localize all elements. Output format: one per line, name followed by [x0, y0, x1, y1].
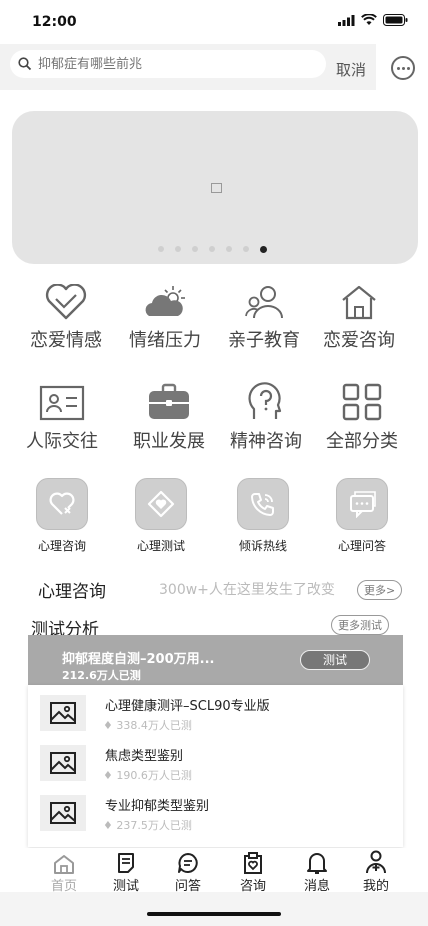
category-item-parenting[interactable]: 亲子教育 — [214, 280, 314, 352]
tab-qa[interactable]: 问答 — [163, 848, 213, 894]
user-icon — [366, 850, 386, 874]
list-item[interactable]: 心理健康测评–SCL90专业版 ♦ 338.4万人已测 — [40, 689, 390, 737]
bell-icon — [307, 853, 327, 874]
banner-carousel[interactable] — [12, 111, 418, 264]
category-label: 全部分类 — [326, 431, 398, 452]
service-item-hotline[interactable]: 倾诉热线 — [213, 478, 313, 554]
tab-consult[interactable]: 咨询 — [228, 848, 278, 894]
home-icon — [342, 285, 376, 320]
featured-test-title: 抑郁程度自测–200万用... — [62, 652, 215, 667]
category-label: 精神咨询 — [230, 431, 302, 452]
start-test-button[interactable]: 测试 — [300, 650, 370, 670]
heart-icon — [45, 284, 87, 320]
service-label: 心理测试 — [136, 539, 185, 553]
image-icon — [50, 702, 76, 724]
id-card-icon — [39, 385, 85, 421]
chat-bubble-icon — [178, 853, 198, 873]
more-tests-button[interactable]: 更多测试 — [331, 615, 389, 635]
test-item-title: 专业抑郁类型鉴别 — [105, 799, 210, 814]
home-tab-icon — [54, 855, 74, 874]
flame-icon: ♦ — [103, 819, 113, 832]
status-bar: 12:00 — [0, 0, 428, 44]
service-item-consult[interactable]: 心理咨询 — [12, 478, 112, 554]
category-item-love-consult[interactable]: 恋爱咨询 — [309, 280, 409, 352]
category-label: 人际交往 — [26, 431, 98, 452]
carousel-dot[interactable] — [209, 246, 215, 252]
image-icon — [50, 802, 76, 824]
category-item-social[interactable]: 人际交往 — [12, 381, 112, 453]
chevron-right-icon: > — [386, 584, 396, 597]
heart-x-icon — [49, 492, 75, 515]
list-item[interactable]: 专业抑郁类型鉴别 ♦ 237.5万人已测 — [40, 789, 390, 837]
carousel-dot[interactable] — [260, 246, 267, 253]
category-item-emotion[interactable]: 情绪压力 — [115, 280, 215, 352]
category-label: 职业发展 — [133, 431, 205, 452]
document-icon — [118, 853, 134, 873]
home-indicator[interactable] — [147, 912, 281, 916]
test-list: 心理健康测评–SCL90专业版 ♦ 338.4万人已测 焦虑类型鉴别 ♦ 190… — [28, 685, 403, 847]
flame-icon: ♦ — [103, 719, 113, 732]
test-item-title: 焦虑类型鉴别 — [105, 749, 184, 764]
diamond-heart-icon — [147, 490, 175, 518]
category-label: 亲子教育 — [228, 330, 300, 351]
briefcase-icon — [149, 383, 189, 419]
battery-icon — [383, 14, 408, 26]
category-label: 恋爱咨询 — [323, 330, 395, 351]
carousel-dot[interactable] — [175, 246, 181, 252]
phone-icon — [251, 493, 274, 516]
status-time: 12:00 — [32, 14, 77, 30]
image-icon — [50, 752, 76, 774]
consult-more-button[interactable]: 更多> — [357, 580, 403, 600]
family-icon — [245, 286, 283, 319]
service-label: 心理问答 — [337, 539, 386, 553]
carousel-dot[interactable] — [243, 246, 249, 252]
category-item-love[interactable]: 恋爱情感 — [16, 280, 116, 352]
grid-icon — [342, 383, 382, 421]
search-bar: 取消 — [0, 44, 376, 90]
search-box[interactable] — [10, 50, 326, 78]
list-item[interactable]: 焦虑类型鉴别 ♦ 190.6万人已测 — [40, 739, 390, 787]
tab-profile[interactable]: 我的 — [351, 848, 401, 894]
category-item-career[interactable]: 职业发展 — [119, 381, 219, 453]
chat-icon — [350, 491, 376, 518]
message-button[interactable] — [376, 44, 428, 90]
service-label: 倾诉热线 — [238, 539, 287, 553]
service-label: 心理咨询 — [37, 539, 86, 553]
cloud-sun-icon — [145, 286, 185, 316]
tab-test[interactable]: 测试 — [101, 848, 151, 894]
category-item-all[interactable]: 全部分类 — [312, 381, 412, 453]
service-item-qa[interactable]: 心理问答 — [312, 478, 412, 554]
featured-test-count: 212.6万人已测 — [62, 669, 141, 682]
consult-more-label: 更多 — [364, 584, 386, 597]
consult-subtitle: 300w+人在这里发生了改变 — [159, 582, 335, 598]
clipboard-heart-icon — [244, 852, 262, 874]
test-item-title: 心理健康测评–SCL90专业版 — [105, 699, 270, 714]
search-input[interactable] — [38, 54, 318, 74]
carousel-dot[interactable] — [192, 246, 198, 252]
carousel-dots — [158, 246, 267, 253]
cancel-button[interactable]: 取消 — [336, 59, 366, 80]
flame-icon: ♦ — [103, 769, 113, 782]
consult-section-title: 心理咨询 — [38, 582, 106, 602]
carousel-dot[interactable] — [158, 246, 164, 252]
carousel-dot[interactable] — [226, 246, 232, 252]
chat-dots-icon — [391, 56, 415, 80]
category-item-mental[interactable]: 精神咨询 — [216, 381, 316, 453]
test-item-count: ♦ 237.5万人已测 — [103, 819, 192, 832]
test-item-count: ♦ 190.6万人已测 — [103, 769, 192, 782]
tab-messages[interactable]: 消息 — [292, 848, 342, 894]
test-item-count: ♦ 338.4万人已测 — [103, 719, 192, 732]
wifi-icon — [361, 14, 377, 25]
service-item-test[interactable]: 心理测试 — [111, 478, 211, 554]
image-placeholder-icon — [211, 183, 222, 193]
home-indicator-area — [0, 892, 428, 926]
featured-test-card[interactable]: 抑郁程度自测–200万用... 212.6万人已测 测试 — [28, 635, 403, 685]
category-label: 恋爱情感 — [30, 330, 102, 351]
search-icon — [18, 57, 32, 71]
signal-icon — [338, 14, 355, 26]
bottom-tab-bar: 首页 测试 问答 咨询 消息 我的 — [0, 848, 428, 894]
head-icon — [248, 382, 282, 419]
tab-home[interactable]: 首页 — [39, 848, 89, 894]
category-label: 情绪压力 — [129, 330, 201, 351]
